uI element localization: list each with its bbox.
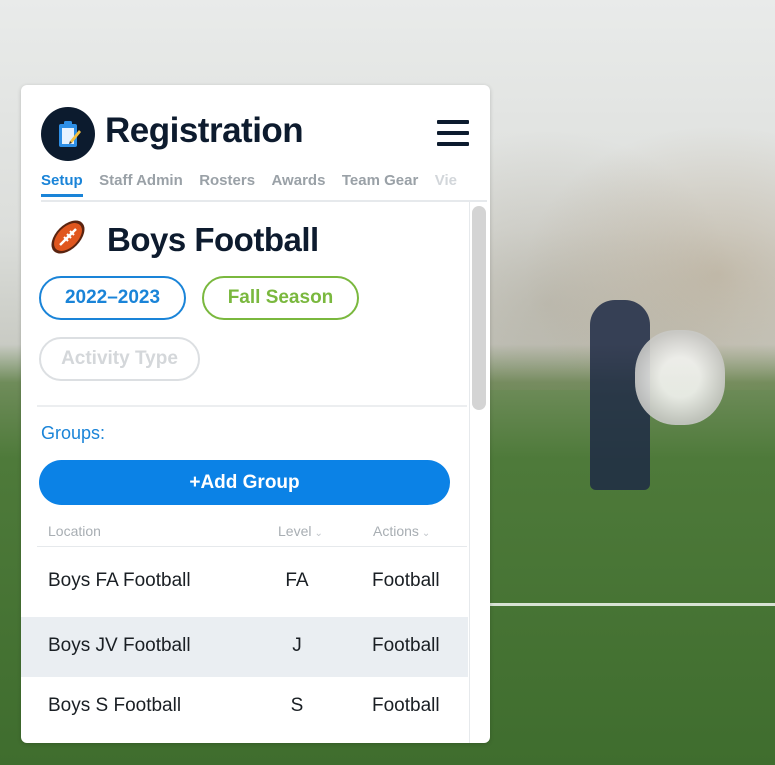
season-filter[interactable]: Fall Season [202, 276, 359, 320]
tab-team-gear[interactable]: Team Gear [342, 172, 418, 194]
cell-action[interactable]: Football [372, 570, 440, 592]
sport-title: Boys Football [107, 220, 319, 258]
background-field-line [490, 603, 775, 606]
cell-location: Boys FA Football [48, 570, 191, 591]
cell-action[interactable]: Football [372, 635, 440, 657]
column-header-location[interactable]: Location [48, 523, 101, 539]
app-title: Registration [105, 111, 304, 150]
table-row[interactable]: Boys S Football S Football [21, 677, 468, 737]
add-group-button[interactable]: +Add Group [39, 460, 450, 505]
cell-location: Boys JV Football [48, 635, 191, 656]
content-area: Boys Football 2022–2023 Fall Season Acti… [21, 200, 470, 743]
cell-action[interactable]: Football [372, 695, 440, 717]
table-row[interactable]: Boys JV Football J Football [21, 617, 468, 677]
groups-label: Groups: [41, 423, 106, 443]
tab-staff-admin[interactable]: Staff Admin [99, 172, 183, 194]
cell-location: Boys S Football [48, 695, 182, 716]
sport-header: Boys Football [47, 216, 319, 263]
tab-bar: Setup Staff Admin Rosters Awards Team Ge… [41, 172, 487, 202]
background-ball-net [635, 330, 725, 425]
chevron-down-icon: ⌄ [421, 528, 431, 539]
column-header-actions[interactable]: Actions ⌄ [373, 523, 430, 539]
registration-panel: Registration Setup Staff Admin Rosters A… [21, 85, 490, 743]
cell-level: S [290, 695, 304, 716]
year-filter[interactable]: 2022–2023 [39, 276, 186, 320]
tab-setup[interactable]: Setup [41, 172, 83, 197]
column-header-level[interactable]: Level ⌄ [278, 523, 323, 539]
activity-type-filter[interactable]: Activity Type [39, 337, 200, 381]
header: Registration Setup Staff Admin Rosters A… [21, 85, 490, 202]
cell-level: FA [285, 570, 309, 591]
cell-level: J [292, 635, 302, 656]
table-row[interactable]: Boys FA Football FA Football [21, 552, 468, 612]
tab-rosters[interactable]: Rosters [199, 172, 255, 194]
tab-awards[interactable]: Awards [272, 172, 326, 194]
clipboard-pencil-icon [41, 107, 95, 161]
vertical-scrollbar[interactable] [472, 206, 486, 410]
chevron-down-icon: ⌄ [314, 528, 323, 539]
hamburger-menu-icon[interactable] [437, 120, 469, 148]
section-divider [37, 405, 467, 407]
tab-view[interactable]: Vie [435, 172, 457, 194]
table-header: Location Level ⌄ Actions ⌄ [37, 513, 467, 547]
american-football-icon [47, 216, 89, 263]
